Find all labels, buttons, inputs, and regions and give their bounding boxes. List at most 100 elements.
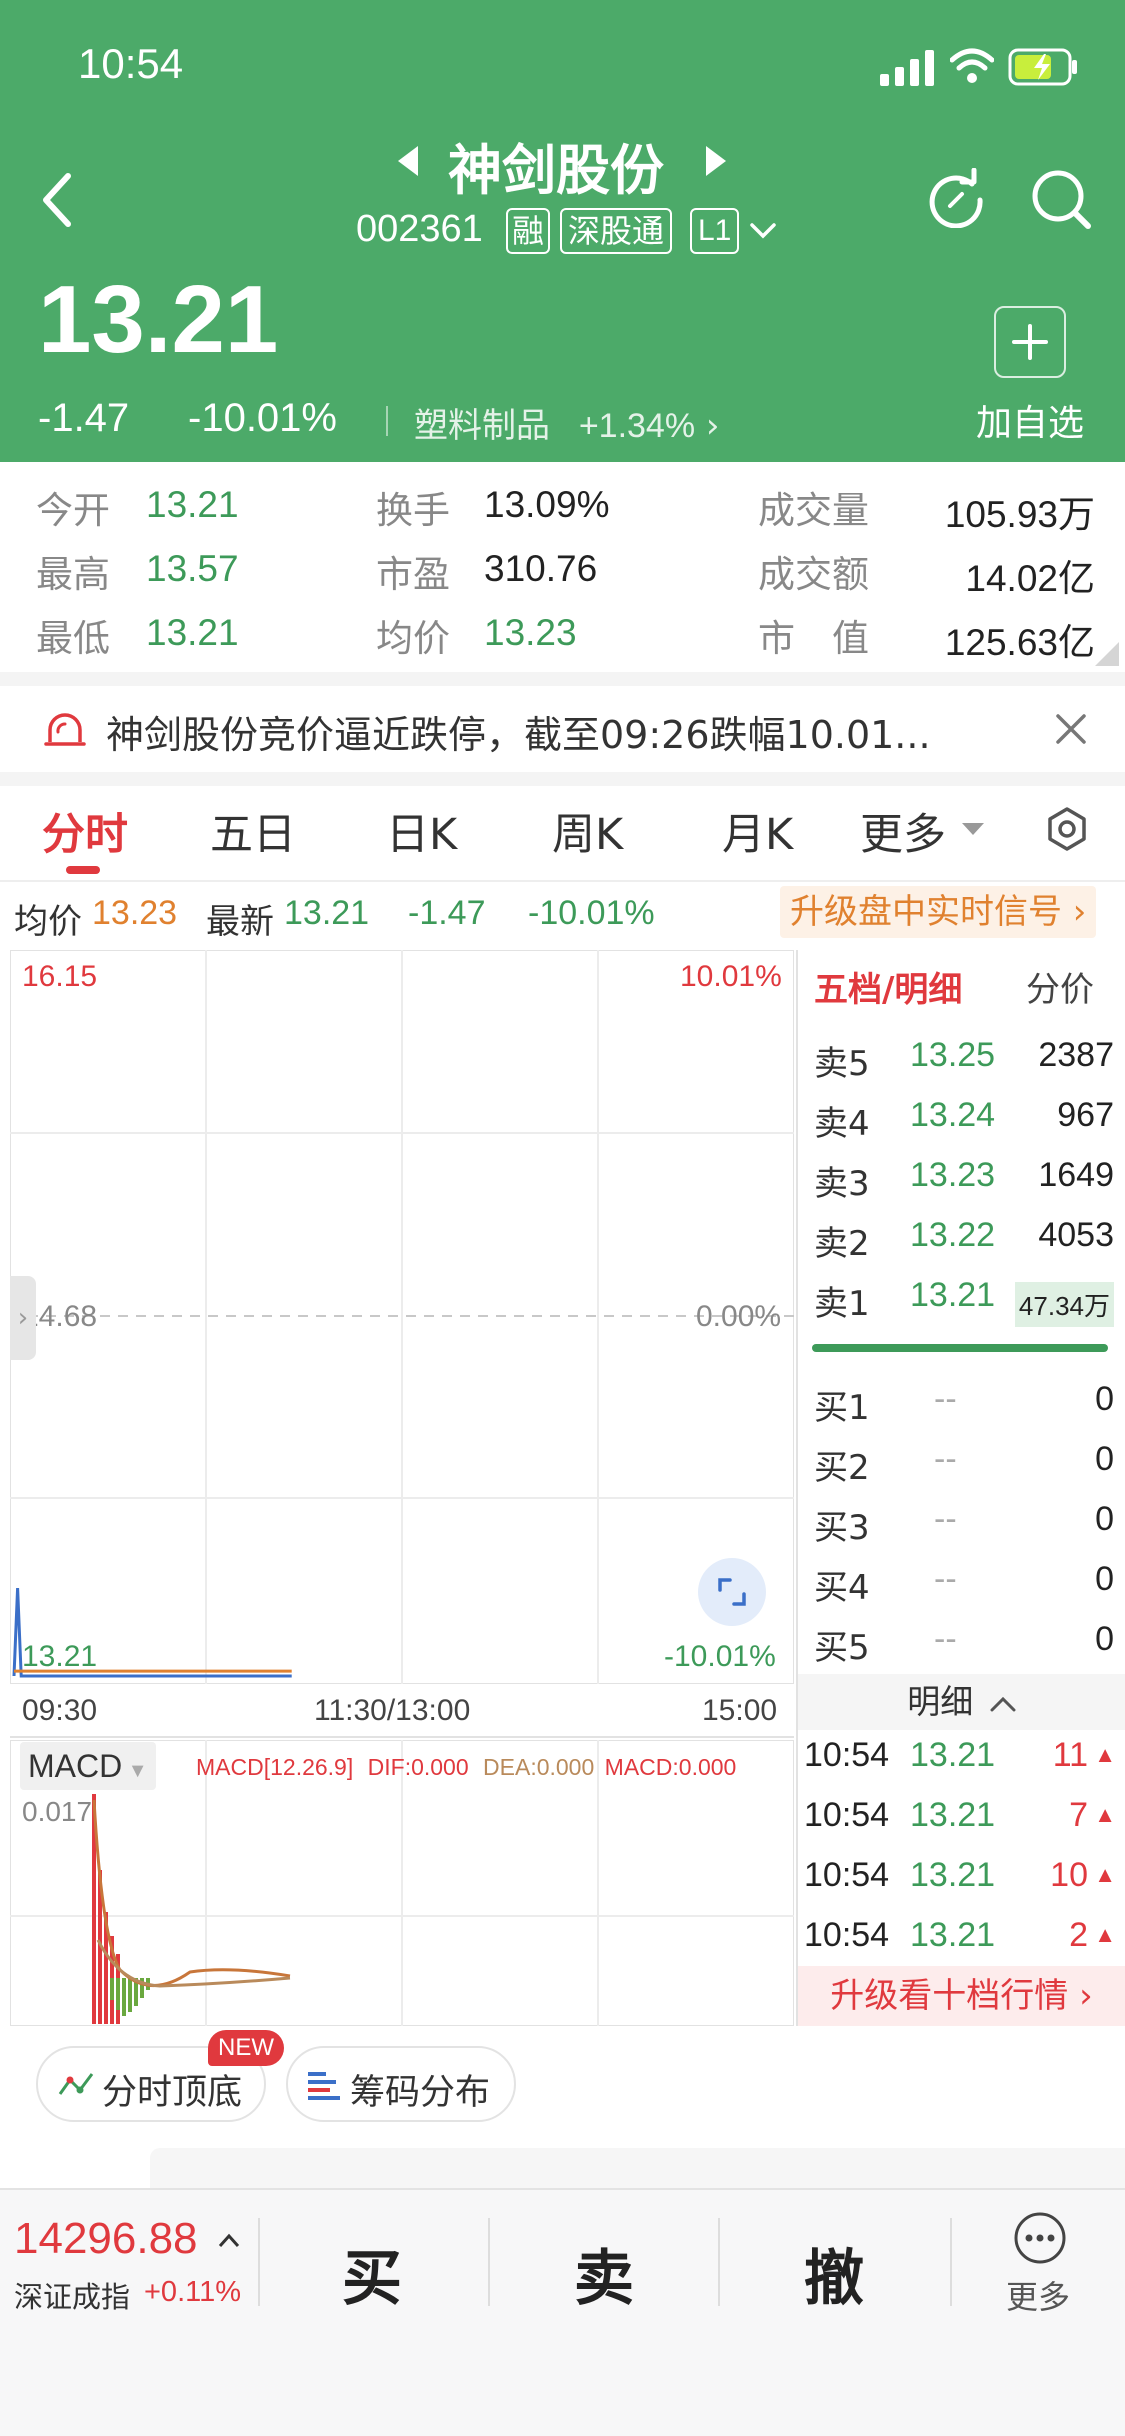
tick-row: 10:54 13.21 7 ▲ [804, 1796, 1116, 1856]
back-icon[interactable] [38, 172, 76, 228]
concept-strip [150, 2148, 1125, 2188]
upgrade-signal-button[interactable]: 升级盘中实时信号 › [780, 886, 1097, 938]
tick-price: 13.21 [910, 1736, 996, 1774]
tab-daily-k[interactable]: 日K [386, 800, 457, 862]
stat-label-avg: 均价 [376, 617, 450, 660]
add-watchlist-label[interactable]: 加自选 [976, 394, 1084, 446]
buy-volume: 0 [1095, 1500, 1114, 1538]
tick-row: 10:54 13.21 11 ▲ [804, 1736, 1116, 1796]
time-axis: 09:30 11:30/13:00 15:00 [10, 1684, 794, 1738]
macd-params-label: MACD[12.26.9] [196, 1754, 354, 1780]
more-button[interactable]: 更多 [990, 2204, 1090, 2316]
buy-volume: 0 [1095, 1620, 1114, 1658]
chevron-right-icon: › [705, 406, 720, 446]
tick-volume: 11 [1052, 1736, 1088, 1774]
chevron-right-icon: › [1062, 892, 1087, 932]
tag-connect: 深股通 [560, 208, 673, 254]
macd-top-value: 0.017 [22, 1796, 93, 1827]
tag-level: L1 [690, 208, 740, 254]
chip-distribution-button[interactable]: 筹码分布 [286, 2046, 516, 2122]
buy-price: -- [934, 1380, 957, 1418]
macd-selector-label: MACD [28, 1748, 123, 1784]
buy-button[interactable]: 买 [342, 2230, 402, 2317]
bars-icon [308, 2072, 340, 2100]
stat-value-turnover: 13.09% [484, 484, 610, 525]
fullscreen-button[interactable] [698, 1558, 766, 1626]
price-label-bottom: 13.21 [22, 1640, 98, 1673]
tick-price: 13.21 [910, 1796, 996, 1834]
tick-volume: 2 [1069, 1916, 1088, 1954]
caret-down-icon: ▼ [122, 1760, 148, 1782]
tab-intraday[interactable]: 分时 [42, 800, 128, 862]
tab-five-day[interactable]: 五日 [210, 800, 296, 862]
tick-volume: 10 [1050, 1856, 1088, 1894]
stock-name[interactable]: 神剑股份 [448, 126, 664, 205]
orderbook-title[interactable]: 五档/明细 [814, 962, 962, 1011]
sell-button[interactable]: 卖 [574, 2230, 634, 2317]
index-widget[interactable]: 14296.88 深证成指 +0.11% [0, 2200, 256, 2314]
latest-label: 最新 [206, 902, 274, 942]
trend-icon [58, 2073, 94, 2095]
sell-volume: 1649 [1038, 1156, 1114, 1194]
side-drawer-handle[interactable]: › [10, 1276, 36, 1360]
status-time: 10:54 [78, 40, 184, 87]
signal-icon [880, 50, 934, 86]
sell-row: 卖4 13.24 967 [814, 1096, 1114, 1156]
tab-active-indicator [66, 866, 100, 874]
buy-price: -- [934, 1440, 957, 1478]
index-value: 14296.88 [14, 2214, 198, 2263]
sell-volume: 4053 [1038, 1216, 1114, 1254]
stat-value-high: 13.57 [146, 548, 239, 589]
price-change: -1.47 [38, 396, 130, 440]
notice-bar[interactable]: 神剑股份竞价逼近跌停，截至09:26跌幅10.01... [0, 686, 1125, 772]
buy-row: 买4 -- 0 [814, 1560, 1114, 1620]
detail-header[interactable]: 明细 [798, 1674, 1125, 1730]
search-icon[interactable] [1030, 168, 1092, 230]
caret-down-icon[interactable] [960, 820, 986, 838]
intraday-chart[interactable] [10, 950, 794, 1684]
separator [0, 672, 1125, 686]
prev-stock-icon[interactable] [398, 146, 420, 176]
refresh-icon[interactable] [926, 168, 986, 228]
stat-label-pe: 市盈 [376, 553, 450, 596]
time-label-end: 15:00 [702, 1694, 778, 1727]
expand-corner-icon[interactable] [1095, 642, 1119, 666]
tick-volume: 7 [1069, 1796, 1088, 1834]
tab-more[interactable]: 更多 [860, 800, 946, 862]
pct-label-bottom: -10.01% [664, 1640, 776, 1673]
price-distribution-tab[interactable]: 分价 [1026, 962, 1094, 1011]
buy-row: 买1 -- 0 [814, 1380, 1114, 1440]
pct-label-mid: 0.00% [696, 1300, 782, 1333]
sell-price: 13.25 [910, 1036, 996, 1074]
next-stock-icon[interactable] [704, 146, 726, 176]
settings-icon[interactable] [1044, 806, 1090, 852]
sell-price: 13.23 [910, 1156, 996, 1194]
price-label-top: 16.15 [22, 960, 98, 993]
tab-weekly-k[interactable]: 周K [552, 800, 623, 862]
alarm-icon [44, 713, 86, 746]
buy-row: 买3 -- 0 [814, 1500, 1114, 1560]
close-icon[interactable] [1054, 712, 1088, 746]
divider [258, 2218, 260, 2306]
up-arrow-icon: ▲ [1094, 1802, 1116, 1827]
sell-volume: 2387 [1038, 1036, 1114, 1074]
chevron-up-icon [990, 1696, 1016, 1712]
tick-price: 13.21 [910, 1856, 996, 1894]
buy-label: 买4 [814, 1568, 870, 1608]
stat-label-mktcap: 市 值 [758, 617, 869, 660]
sector-link[interactable]: 塑料制品 +1.34% › [414, 398, 720, 447]
stat-value-volume: 105.93万 [944, 494, 1095, 535]
divider [950, 2218, 952, 2306]
buy-price: -- [934, 1500, 957, 1538]
upgrade-ten-level-button[interactable]: 升级看十档行情 › [798, 1966, 1125, 2026]
stats-panel: 今开 13.21 换手 13.09% 成交量 105.93万 最高 13.57 … [0, 462, 1125, 672]
macd-dif: DIF:0.000 [367, 1754, 469, 1780]
tab-monthly-k[interactable]: 月K [722, 800, 793, 862]
divider [488, 2218, 490, 2306]
add-watchlist-button[interactable] [994, 306, 1066, 378]
cancel-order-button[interactable]: 撤 [804, 2230, 864, 2317]
buy-row: 买2 -- 0 [814, 1440, 1114, 1500]
tick-row: 10:54 13.21 10 ▲ [804, 1856, 1116, 1916]
macd-selector[interactable]: MACD ▼ [20, 1742, 156, 1790]
chevron-down-icon[interactable] [750, 222, 776, 240]
